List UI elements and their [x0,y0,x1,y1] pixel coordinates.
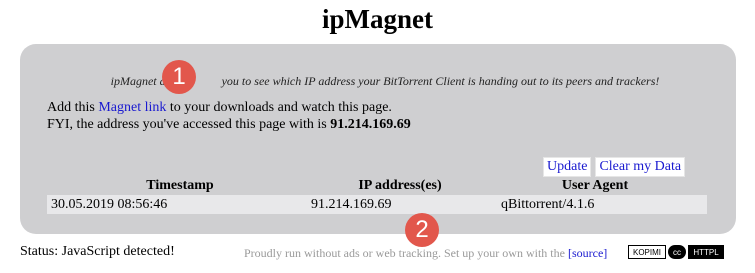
source-link[interactable]: [source] [568,246,607,260]
httpl-badge[interactable]: HTTPL [688,245,724,259]
update-button[interactable]: Update [543,157,592,177]
cell-ip: 91.214.169.69 [307,195,497,214]
marker-1: 1 [162,60,196,94]
tagline-left: ipMagnet a [110,74,166,88]
fyi-ip: 91.214.169.69 [330,117,411,132]
header-ip: IP address(es) [358,178,442,193]
kopimi-badge[interactable]: KOPIMI [628,245,666,259]
add-prefix: Add this [47,100,99,115]
status-text: Status: JavaScript detected! [20,244,175,259]
tagline: ipMagnet a you to see which IP address y… [40,74,730,89]
marker-2: 2 [405,213,439,247]
tagline-right: you to see which IP address your BitTorr… [221,74,660,88]
footer-text: Proudly run without ads or web tracking.… [244,246,607,261]
fyi-line: FYI, the address you've accessed this pa… [47,117,411,133]
header-timestamp: Timestamp [146,178,214,193]
cell-timestamp: 30.05.2019 08:56:46 [47,195,307,214]
magnet-link[interactable]: Magnet link [98,100,166,115]
page-title: ipMagnet [322,4,433,34]
cell-user-agent: qBittorrent/4.1.6 [497,195,707,214]
add-suffix: to your downloads and watch this page. [166,100,392,115]
add-magnet-line: Add this Magnet link to your downloads a… [47,100,392,116]
header-user-agent: User Agent [561,178,629,193]
action-buttons: Update Clear my Data [543,157,686,177]
footer-message: Proudly run without ads or web tracking.… [244,246,568,260]
fyi-prefix: FYI, the address you've accessed this pa… [47,117,331,132]
main-panel: ipMagnet a you to see which IP address y… [20,44,736,234]
clear-data-button[interactable]: Clear my Data [595,157,686,177]
cc-badge[interactable]: cc [668,245,686,259]
